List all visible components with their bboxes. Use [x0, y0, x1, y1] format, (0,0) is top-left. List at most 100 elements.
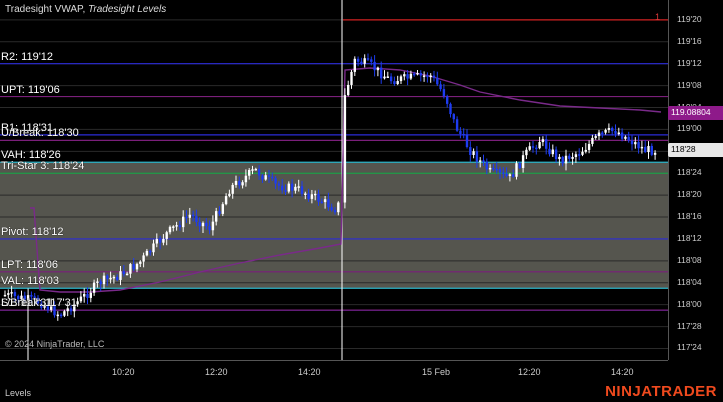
candle-body: [554, 149, 558, 160]
candle-body: [257, 168, 261, 176]
tab-levels[interactable]: Levels: [5, 388, 31, 398]
candle-body: [109, 277, 112, 280]
candle-body: [228, 193, 231, 197]
candle-body: [83, 293, 86, 297]
candle-body: [644, 146, 647, 153]
level-label: UPT: 119'06: [1, 83, 60, 96]
level-label: Pivot: 118'12: [1, 225, 64, 238]
candle-body: [96, 281, 99, 283]
candle-body: [432, 75, 436, 78]
candle-body: [389, 76, 393, 82]
candle-body: [386, 76, 389, 78]
candle-body: [564, 155, 568, 164]
candle-body: [238, 181, 241, 186]
candle-body: [647, 145, 650, 153]
candle-body: [135, 263, 139, 270]
candle-body: [650, 145, 653, 155]
candle-body: [614, 131, 617, 134]
time-axis[interactable]: 10:20 12:20 14:20 15 Feb 12:20 14:20: [0, 360, 668, 383]
candle-body: [59, 314, 63, 317]
level-label: LPT: 118'06: [1, 258, 58, 271]
level-label: L/Break: 117'31: [1, 297, 77, 310]
candle-body: [218, 211, 221, 214]
price-tick-label: 118'00: [677, 298, 702, 309]
candle-body: [145, 250, 149, 256]
candle-body: [396, 81, 399, 85]
candle-body: [469, 147, 472, 155]
candle-body: [406, 74, 409, 79]
top-level-marker: 1: [655, 12, 661, 22]
candle-body: [568, 155, 571, 159]
candle-body: [158, 238, 162, 243]
candle-body: [459, 130, 462, 134]
candle-body: [102, 275, 106, 285]
candle-body: [393, 81, 396, 85]
chart-canvas[interactable]: [0, 0, 668, 360]
candle-body: [139, 261, 142, 264]
candle-body: [347, 84, 350, 96]
candle-body: [314, 193, 317, 196]
candle-body: [518, 163, 521, 168]
candle-body: [224, 196, 228, 205]
candle-body: [330, 207, 333, 211]
candle-body: [380, 67, 383, 79]
candle-body: [198, 222, 201, 227]
price-tick-label: 118'24: [677, 167, 702, 178]
candle-body: [208, 226, 211, 231]
indicator-title-sub: Tradesight Levels: [88, 4, 167, 15]
indicator-title-main: Tradesight VWAP,: [5, 4, 86, 15]
candle-body: [106, 275, 109, 279]
value-area-band: [0, 162, 668, 289]
candle-body: [320, 201, 323, 204]
price-chart[interactable]: Tradesight VWAP, Tradesight Levels R2: 1…: [0, 0, 668, 360]
candle-body: [446, 96, 449, 104]
candle-body: [525, 149, 528, 156]
candle-body: [528, 146, 531, 150]
candle-body: [112, 276, 116, 279]
price-tick-label: 119'00: [677, 123, 702, 134]
candle-body: [541, 139, 545, 143]
candle-body: [409, 73, 413, 79]
candle-body: [125, 273, 129, 276]
candle-body: [294, 186, 297, 191]
candle-body: [172, 226, 175, 228]
price-tick-label: 119'16: [677, 35, 702, 46]
last-price-tag: 118'28: [668, 143, 723, 157]
candle-body: [300, 186, 304, 194]
candle-body: [366, 58, 370, 60]
candle-body: [535, 147, 538, 150]
candle-body: [429, 75, 432, 78]
candle-body: [465, 134, 469, 148]
candle-body: [584, 149, 587, 152]
time-tick-label: 12:20: [205, 367, 228, 377]
candle-body: [281, 185, 284, 191]
candle-body: [578, 154, 581, 156]
candle-body: [122, 271, 125, 275]
candle-body: [561, 156, 564, 164]
candle-body: [195, 216, 198, 223]
candle-body: [152, 243, 155, 253]
candle-body: [472, 151, 475, 155]
candle-body: [482, 160, 485, 162]
candle-body: [640, 146, 644, 149]
candle-body: [383, 76, 386, 79]
candle-body: [142, 255, 145, 262]
candle-body: [488, 167, 492, 170]
candle-body: [155, 238, 158, 244]
price-axis[interactable]: 119'20119'16119'12119'08119'04119'00118'…: [668, 0, 723, 360]
candle-body: [343, 95, 347, 203]
candle-body: [594, 136, 597, 138]
candle-body: [182, 216, 185, 228]
candle-body: [363, 58, 366, 64]
candle-body: [413, 73, 416, 76]
candle-body: [353, 58, 356, 72]
candle-body: [617, 132, 620, 135]
candle-body: [611, 127, 614, 132]
candle-body: [558, 156, 561, 160]
candle-body: [56, 314, 59, 317]
price-tick-label: 118'20: [677, 189, 702, 200]
candle-body: [201, 222, 205, 227]
candle-body: [634, 142, 637, 145]
price-tick-label: 117'28: [677, 320, 702, 331]
candle-body: [92, 282, 96, 293]
